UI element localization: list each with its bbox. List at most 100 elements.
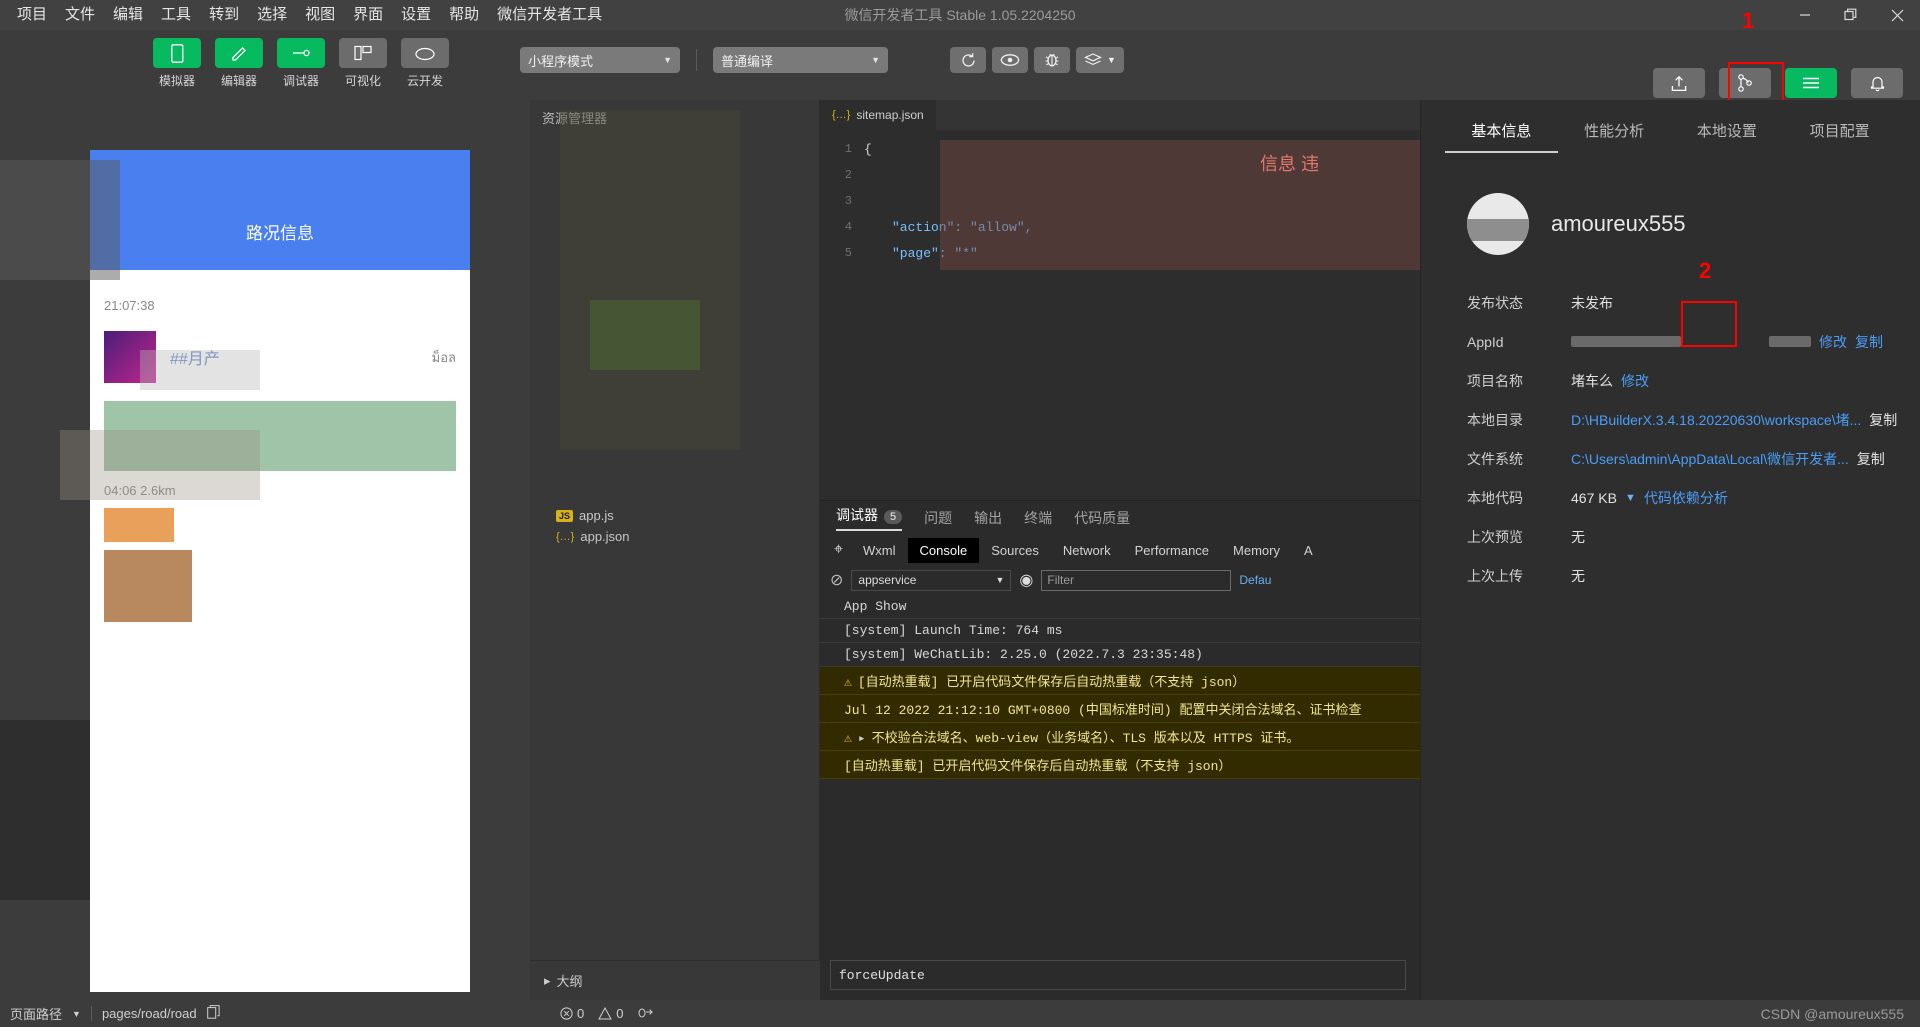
phone-preview[interactable]: 路况信息 21:07:38 ##月产 ม็อล 04:06 2.6km [90,150,470,992]
chevron-down-icon: ▼ [995,575,1005,585]
layers-icon[interactable]: ▼ [1076,47,1124,73]
panel-tab-debugger[interactable]: 调试器 5 [836,505,903,531]
chevron-down-icon[interactable]: ▼ [1625,492,1636,504]
refresh-icon[interactable] [950,47,986,73]
tree-item-app-js[interactable]: JS app.js [530,505,819,526]
code-content[interactable]: 1 { 2 3 4 "action": "allow", 5 "page": "*" [820,130,1420,272]
local-dir-copy-link[interactable]: 复制 [1869,410,1897,430]
menu-item-view[interactable]: 视图 [296,3,344,27]
toolbar-button-visual[interactable]: 可视化 [336,38,390,89]
devtab-application[interactable]: A [1292,538,1325,563]
devtab-sources[interactable]: Sources [979,538,1051,563]
phone-item-card[interactable] [104,401,456,471]
phone-body[interactable]: 21:07:38 ##月产 ม็อล 04:06 2.6km [90,270,470,992]
mode-select[interactable]: 小程序模式 ▼ [520,47,680,73]
project-name-edit-link[interactable]: 修改 [1621,371,1649,391]
menu-item-edit[interactable]: 编辑 [104,3,152,27]
expand-arrow-icon[interactable]: ▸ [858,731,866,746]
console-levels-select[interactable]: Defau [1239,573,1271,587]
tree-item-app-json[interactable]: {…} app.json [530,526,819,547]
eye-icon[interactable]: ◉ [1019,570,1033,590]
phone-icon [153,38,201,68]
copy-icon[interactable] [206,1005,220,1022]
redacted-appid-2 [1769,336,1811,347]
console-context-select[interactable]: appservice ▼ [851,569,1012,591]
simulator-pane[interactable]: 路况信息 21:07:38 ##月产 ม็อล 04:06 2.6km [0,100,530,1000]
debug-bug-icon[interactable] [1034,47,1070,73]
details-row-label: 上次预览 [1467,528,1523,545]
project-name-value: 堵车么 [1571,372,1613,389]
appid-copy-link[interactable]: 复制 [1855,332,1883,352]
filesystem-copy-link[interactable]: 复制 [1857,449,1885,469]
toolbar-button-editor[interactable]: 编辑器 [212,38,266,89]
toolbar-label-cloud: 云开发 [406,74,443,88]
devtab-console[interactable]: Console [907,537,980,563]
menu-item-select[interactable]: 选择 [248,3,296,27]
menu-item-devtools[interactable]: 微信开发者工具 [488,3,611,27]
details-tab-performance[interactable]: 性能分析 [1558,120,1671,153]
panel-tab-terminal[interactable]: 终端 [1024,508,1052,528]
restore-icon[interactable] [1828,0,1874,30]
panel-tab-codequality[interactable]: 代码质量 [1074,508,1130,528]
menu-item-tools[interactable]: 工具 [152,3,200,27]
minimize-icon[interactable] [1782,0,1828,30]
console-log-list[interactable]: App Show [system] Launch Time: 764 ms [s… [820,595,1420,779]
debug-arrow-icon[interactable] [637,1005,654,1022]
details-row-value: 467 KB ▼ 代码依赖分析 [1571,488,1728,508]
details-tab-local-settings[interactable]: 本地设置 [1671,120,1784,153]
toolbar-button-simulator[interactable]: 模拟器 [150,38,204,89]
details-tab-basic[interactable]: 基本信息 [1445,120,1558,153]
menu-item-file[interactable]: 文件 [56,3,104,27]
console-log-row: Jul 12 2022 21:12:10 GMT+0800 (中国标准时间) 配… [820,695,1420,723]
phone-item-thumbnail[interactable] [104,331,156,383]
details-panel[interactable]: 基本信息 性能分析 本地设置 项目配置 amoureux555 发布状态 未发布… [1420,100,1920,1000]
details-row-label: 项目名称 [1467,372,1523,389]
clear-console-icon[interactable]: ⊘ [830,570,843,590]
devtab-memory[interactable]: Memory [1221,538,1292,563]
console-pane[interactable]: 调试器 5 问题 输出 终端 代码质量 ⌖ Wxml Console Source… [820,500,1420,1000]
console-filter-input[interactable]: Filter [1041,569,1232,591]
details-tab-project-config[interactable]: 项目配置 [1783,120,1896,153]
compile-select[interactable]: 普通编译 ▼ [713,47,888,73]
console-command-value: forceUpdate [839,967,925,983]
details-row-label: 文件系统 [1467,450,1523,467]
warning-count-group[interactable]: 0 [598,1006,623,1021]
code-dependency-link[interactable]: 代码依赖分析 [1644,488,1728,508]
console-command-input[interactable]: forceUpdate [830,960,1406,990]
outline-bar[interactable]: ▸ 大纲 [530,960,820,1000]
menu-item-goto[interactable]: 转到 [200,3,248,27]
toolbar-button-debugger[interactable]: 调试器 [274,38,328,89]
devtab-network[interactable]: Network [1051,538,1123,563]
statusbar: 页面路径 ▼ pages/road/road 0 0 CSDN @amoureu… [0,1000,1920,1027]
code-editor-pane[interactable]: {…} sitemap.json 1 { 2 3 4 "action": "allo… [820,100,1420,500]
toolbar-button-cloud[interactable]: 云开发 [398,38,452,89]
details-row-value: 未发布 [1571,294,1613,311]
devtab-wxml[interactable]: Wxml [851,538,908,563]
chevron-down-icon[interactable]: ▼ [72,1009,81,1019]
error-count-group[interactable]: 0 [560,1006,584,1021]
appid-edit-link[interactable]: 修改 [1819,332,1847,352]
local-code-size: 467 KB [1571,489,1617,506]
tree-item-label: app.js [579,508,614,523]
menu-item-interface[interactable]: 界面 [344,3,392,27]
menu-item-settings[interactable]: 设置 [392,3,440,27]
file-explorer-pane[interactable]: 资源管理器 JS app.js {…} app.json ▸ 大纲 [530,100,820,1000]
panel-tab-output[interactable]: 输出 [974,508,1002,528]
phone-item-tag[interactable] [104,508,174,542]
editor-tabbar: {…} sitemap.json [820,100,1420,130]
page-path-label[interactable]: 页面路径 [10,1004,62,1023]
console-log-row: ⚠ [自动热重载] 已开启代码文件保存后自动热重载（不支持 json） [820,667,1420,695]
close-icon[interactable] [1874,0,1920,30]
local-dir-path[interactable]: D:\HBuilderX.3.4.18.20220630\workspace\堵… [1571,410,1861,430]
filesystem-path[interactable]: C:\Users\admin\AppData\Local\微信开发者... [1571,449,1849,469]
menu-item-project[interactable]: 项目 [8,3,56,27]
phone-item-image[interactable] [104,550,192,622]
console-log-text: [自动热重载] 已开启代码文件保存后自动热重载（不支持 json） [857,675,1246,690]
preview-eye-icon[interactable] [992,47,1028,73]
devtab-performance[interactable]: Performance [1123,538,1221,563]
panel-tab-problems[interactable]: 问题 [924,508,952,528]
editor-tab-sitemap[interactable]: {…} sitemap.json [820,100,936,130]
inspect-cursor-icon[interactable]: ⌖ [826,541,851,559]
menu-item-help[interactable]: 帮助 [440,3,488,27]
avatar[interactable] [1467,193,1529,255]
